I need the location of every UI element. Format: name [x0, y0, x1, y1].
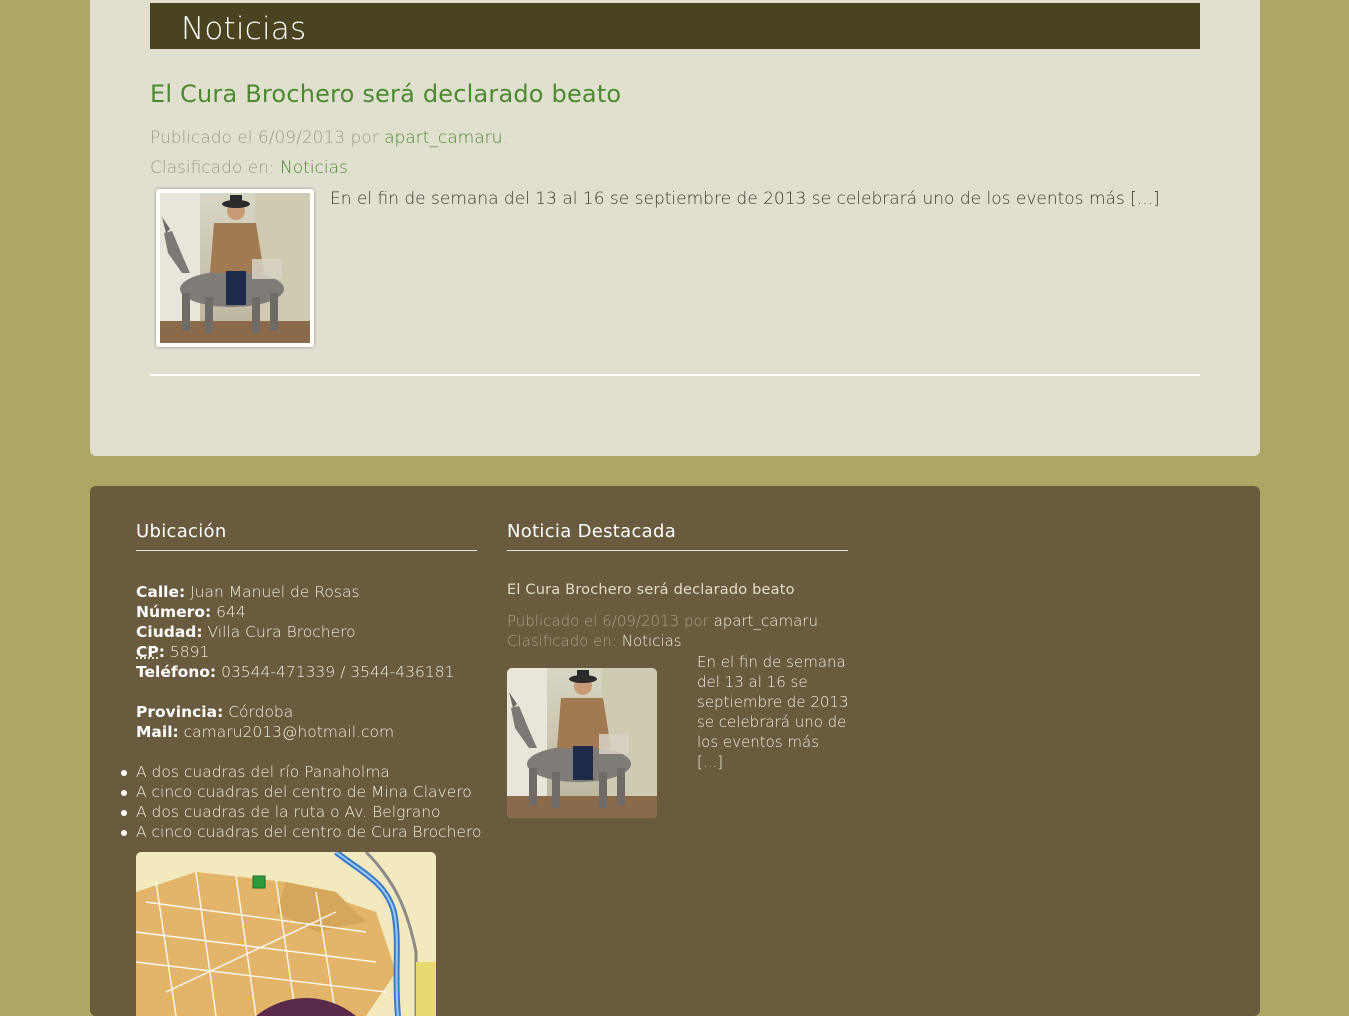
post-thumbnail-link[interactable]	[156, 189, 314, 347]
section-header: Noticias	[150, 3, 1200, 49]
ciudad-value: Villa Cura Brochero	[207, 623, 356, 641]
author-link[interactable]: apart_camaru	[384, 128, 502, 148]
cp-value: 5891	[169, 643, 210, 661]
location-map-image[interactable]	[136, 852, 436, 1016]
cp-row: CP: 5891	[136, 643, 210, 661]
footer: Ubicación Calle: Juan Manuel de Rosas Nú…	[90, 486, 1260, 1016]
published-prefix: Publicado el	[150, 128, 253, 148]
list-item: A cinco cuadras del centro de Mina Clave…	[121, 782, 482, 802]
post-published-meta: Publicado el 6/09/2013 por apart_camaru.	[150, 128, 508, 148]
post-excerpt: En el fin de semana del 13 al 16 se sept…	[330, 189, 1160, 209]
category-prefix: Clasificado en:	[507, 632, 617, 650]
calle-label: Calle:	[136, 583, 186, 601]
featured-post-excerpt: En el fin de semana del 13 al 16 se sept…	[697, 653, 849, 771]
category-prefix: Clasificado en:	[150, 158, 275, 178]
mail-value: camaru2013@hotmail.com	[183, 723, 395, 741]
ubicacion-title-rule	[136, 550, 477, 551]
featured-post-title-link[interactable]: El Cura Brochero será declarado beato	[507, 582, 795, 598]
category-link[interactable]: Noticias	[280, 158, 348, 178]
list-item: A dos cuadras de la ruta o Av. Belgrano	[121, 802, 482, 822]
provincia-value: Córdoba	[228, 703, 294, 721]
featured-author-link[interactable]: apart_camaru	[714, 612, 818, 630]
post-date: 6/09/2013	[602, 612, 680, 630]
by-word: por	[683, 612, 709, 630]
featured-thumbnail-image	[507, 668, 657, 818]
list-item: A dos cuadras del río Panaholma	[121, 762, 482, 782]
featured-published-meta: Publicado el 6/09/2013 por apart_camaru.	[507, 612, 823, 630]
list-item: A cinco cuadras del centro de Cura Broch…	[121, 823, 482, 841]
location-highlights-list: A dos cuadras del río Panaholma A cinco …	[121, 762, 482, 842]
numero-row: Número: 644	[136, 602, 454, 622]
numero-label: Número:	[136, 603, 212, 621]
section-title: Noticias	[181, 11, 307, 47]
calle-row: Calle: Juan Manuel de Rosas	[136, 582, 454, 602]
numero-value: 644	[216, 603, 246, 621]
featured-category-link[interactable]: Noticias	[622, 632, 682, 650]
post-date: 6/09/2013	[257, 128, 346, 148]
telefono-row: Teléfono: 03544-471339 / 3544-436181	[136, 662, 454, 682]
featured-thumbnail-link[interactable]	[507, 668, 657, 818]
ubicacion-widget-title: Ubicación	[136, 521, 227, 542]
destacada-title-rule	[507, 550, 848, 551]
destacada-widget-title: Noticia Destacada	[507, 521, 677, 542]
provincia-label: Provincia:	[136, 703, 224, 721]
mail-label: Mail:	[136, 723, 179, 741]
street-map-graphic	[136, 852, 436, 1016]
telefono-label: Teléfono:	[136, 663, 217, 681]
ciudad-row: Ciudad: Villa Cura Brochero	[136, 622, 454, 642]
ciudad-label: Ciudad:	[136, 623, 203, 641]
post-thumbnail-image	[160, 193, 310, 343]
main-content-panel: Noticias El Cura Brochero será declarado…	[90, 0, 1260, 456]
published-prefix: Publicado el	[507, 612, 598, 630]
telefono-value: 03544-471339 / 3544-436181	[221, 663, 455, 681]
post-category-meta: Clasificado en: Noticias	[150, 158, 348, 178]
calle-value: Juan Manuel de Rosas	[190, 583, 360, 601]
featured-category-meta: Clasificado en: Noticias	[507, 632, 682, 650]
provincia-row: Provincia: Córdoba	[136, 702, 454, 722]
mail-row: Mail: camaru2013@hotmail.com	[136, 722, 454, 742]
cp-label: CP	[136, 643, 159, 661]
by-word: por	[350, 128, 379, 148]
post-title-link[interactable]: El Cura Brochero será declarado beato	[150, 80, 621, 108]
address-block: Calle: Juan Manuel de Rosas Número: 644 …	[136, 582, 454, 742]
post-divider	[150, 374, 1200, 376]
